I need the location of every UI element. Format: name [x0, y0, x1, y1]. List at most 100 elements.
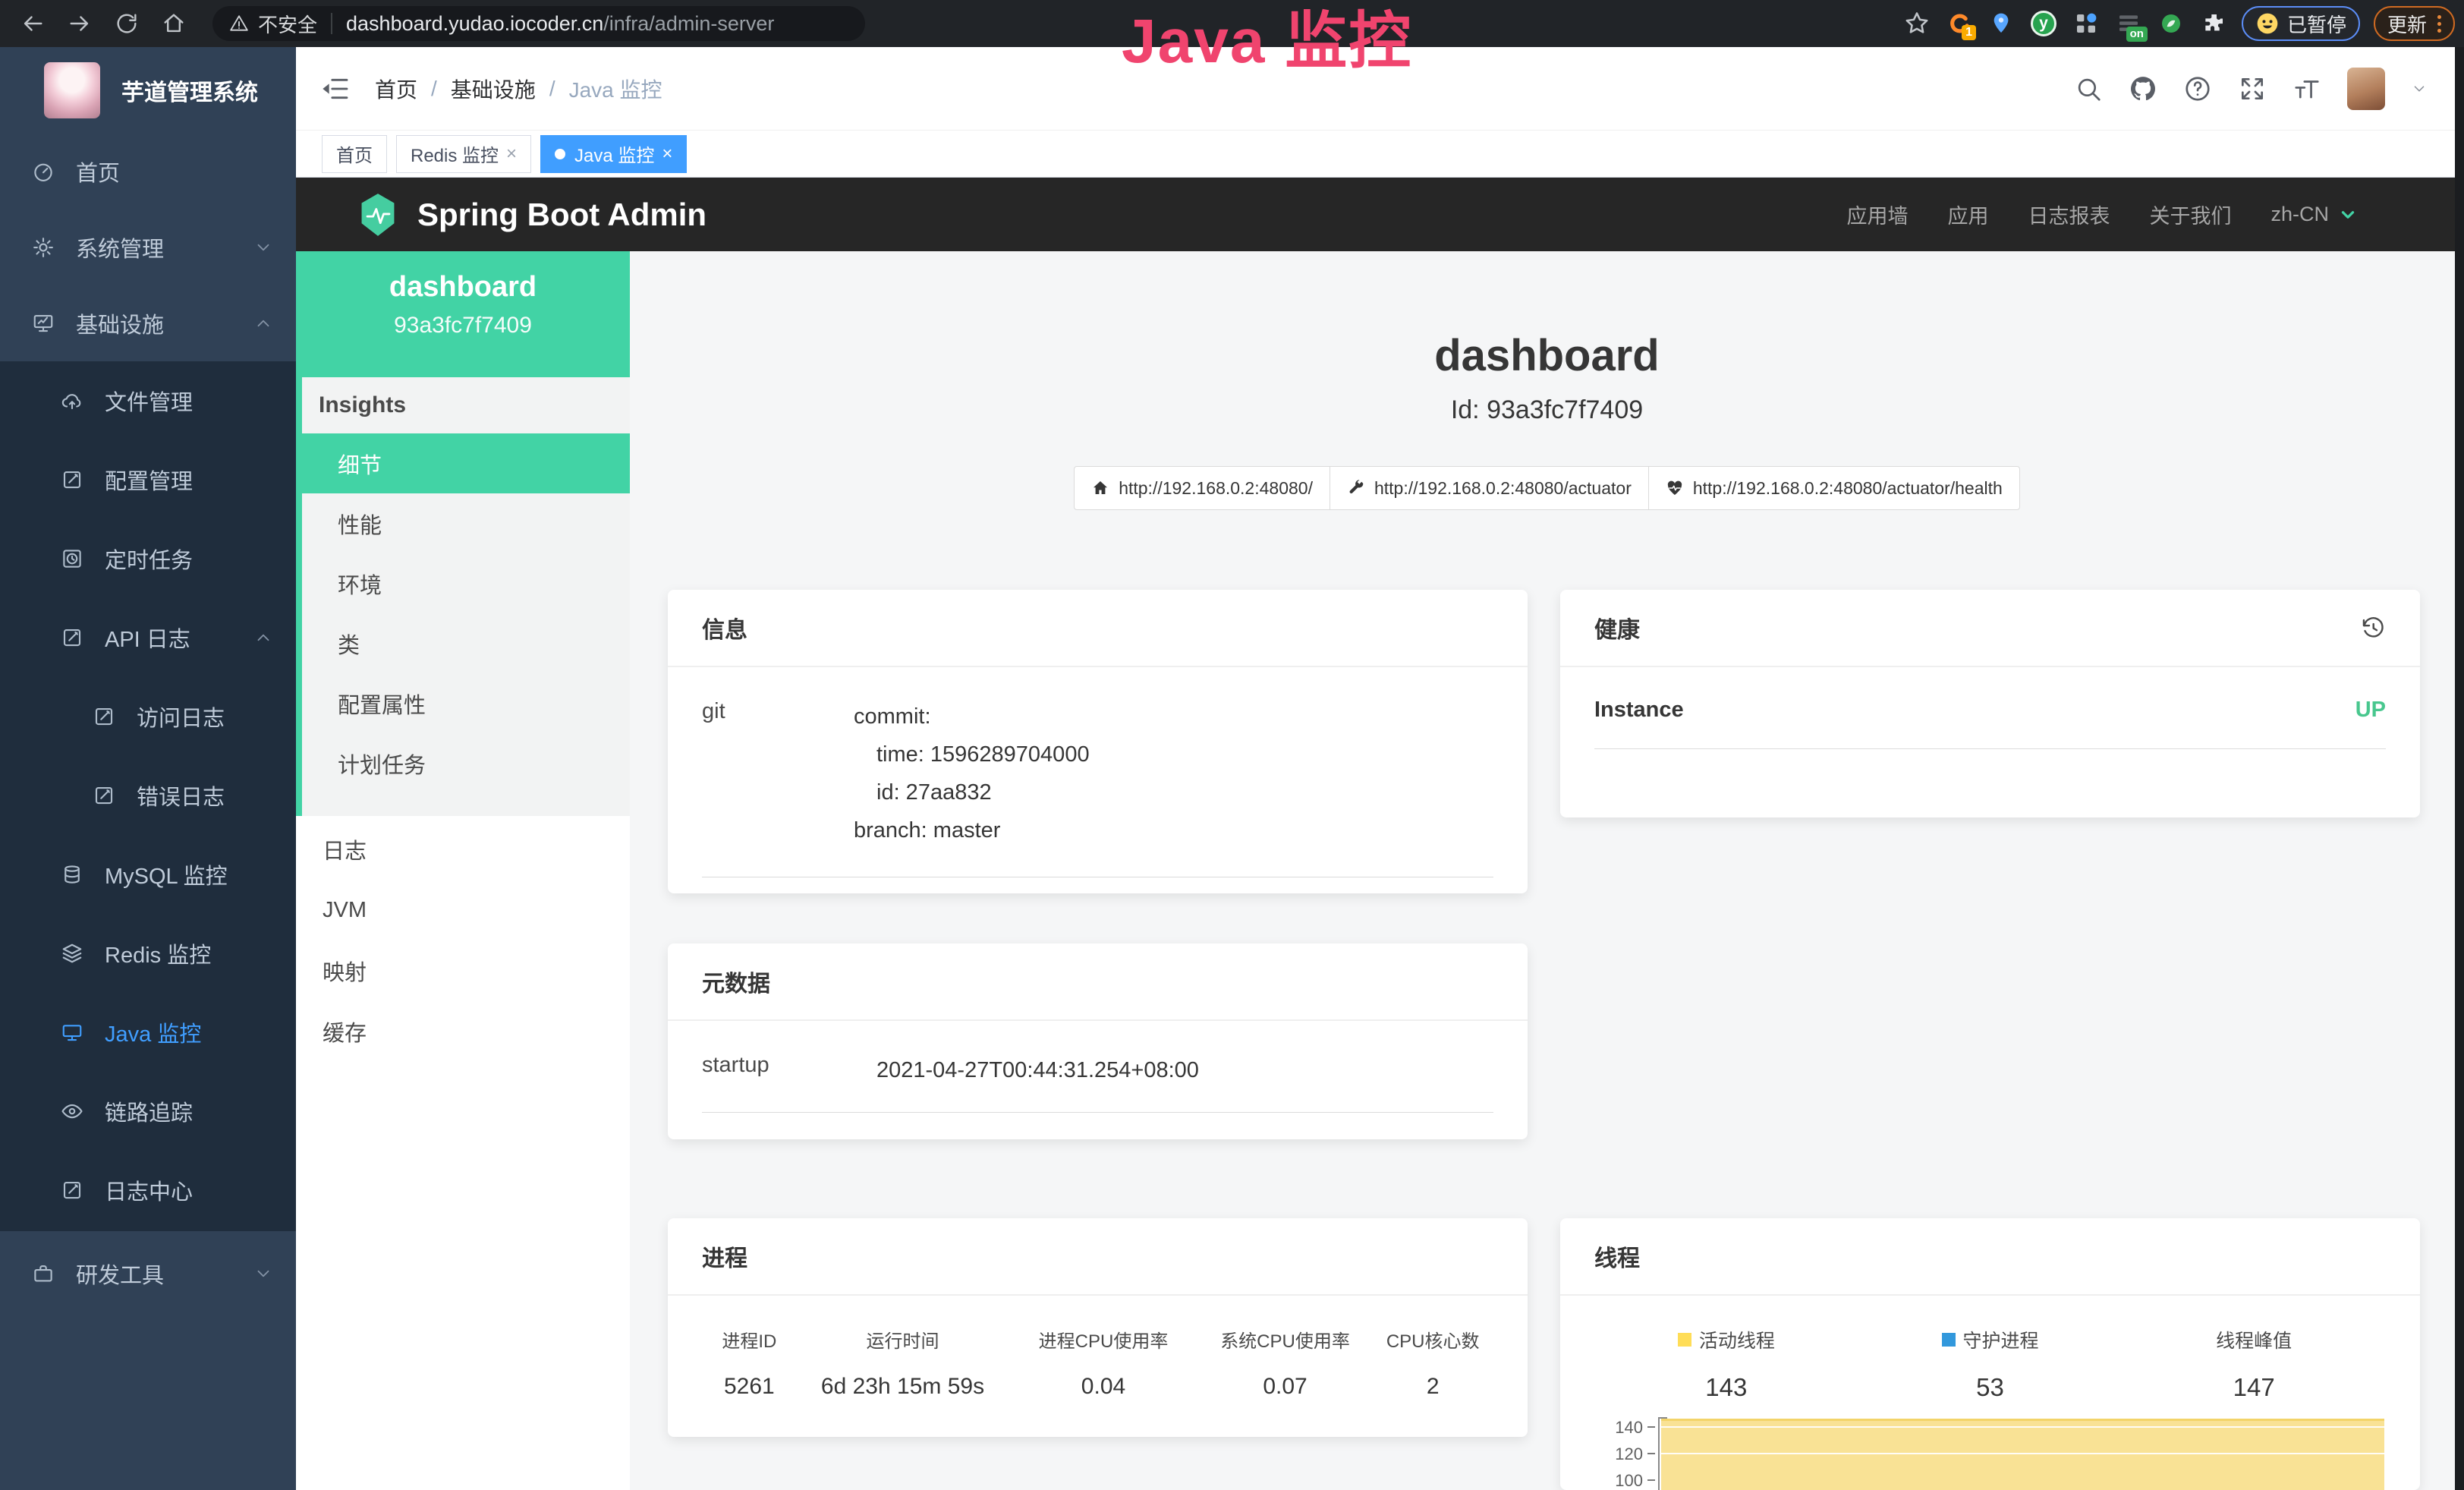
sba-item-environment[interactable]: 环境: [302, 553, 630, 613]
sba-item-logs[interactable]: 日志: [296, 819, 630, 880]
sba-instance-sidebar: dashboard 93a3fc7f7409 Insights 细节 性能 环境…: [296, 251, 630, 1490]
sba-extra-items: 日志 JVM 映射 缓存: [296, 819, 630, 1062]
status-up-badge: UP: [2355, 698, 2386, 723]
address-separator: [331, 13, 332, 34]
search-icon[interactable]: [2074, 74, 2103, 103]
info-git-row: git commit: time: 1596289704000 id: 27aa…: [702, 698, 1493, 877]
metadata-card: 元数据 startup 2021-04-27T00:44:31.254+08:0…: [668, 943, 1528, 1139]
threads-legend: 活动线程 143 守护进程 53 线程峰值 147: [1594, 1326, 2386, 1402]
eye-icon: [61, 1100, 83, 1123]
browser-update-button[interactable]: 更新: [2374, 6, 2455, 41]
app-logo: [44, 62, 100, 118]
instance-health-link[interactable]: http://192.168.0.2:48080/actuator/health: [1648, 466, 2020, 510]
instance-title: dashboard: [630, 330, 2464, 381]
sba-nav-applications[interactable]: 应用: [1947, 200, 1988, 229]
browser-reload-icon[interactable]: [114, 11, 140, 36]
sidebar-item-home[interactable]: 首页: [0, 134, 296, 209]
sidebar-item-redis-monitor[interactable]: Redis 监控: [0, 914, 296, 993]
sidebar-item-mysql-monitor[interactable]: MySQL 监控: [0, 835, 296, 914]
sidebar-item-scheduled-jobs[interactable]: 定时任务: [0, 519, 296, 598]
sidebar-item-error-logs[interactable]: 错误日志: [0, 756, 296, 835]
sidebar-item-tracing[interactable]: 链路追踪: [0, 1072, 296, 1151]
log-edit-icon: [93, 784, 115, 807]
extension-puzzle-icon[interactable]: [2199, 9, 2228, 38]
browser-forward-icon[interactable]: [67, 11, 93, 36]
github-icon[interactable]: [2129, 74, 2157, 103]
instance-actuator-link[interactable]: http://192.168.0.2:48080/actuator: [1330, 466, 1649, 510]
smiley-avatar-icon: [2255, 11, 2280, 36]
instance-links: http://192.168.0.2:48080/ http://192.168…: [630, 466, 2464, 510]
security-label: 不安全: [258, 10, 317, 38]
sidebar-item-system[interactable]: 系统管理: [0, 209, 296, 285]
breadcrumb-infra[interactable]: 基础设施: [451, 74, 536, 104]
header-actions: [2074, 47, 2428, 131]
sidebar-item-config-manage[interactable]: 配置管理: [0, 440, 296, 519]
process-card: 进程 进程ID 运行时间 进程CPU使用率 系统CPU使用率 CPU核心数 52…: [668, 1218, 1528, 1437]
instance-home-link[interactable]: http://192.168.0.2:48080/: [1074, 466, 1330, 510]
extension-leaf-icon[interactable]: [2157, 9, 2186, 38]
sba-nav-wallboard[interactable]: 应用墙: [1846, 200, 1908, 229]
sidebar-item-access-logs[interactable]: 访问日志: [0, 677, 296, 756]
address-bar[interactable]: 不安全 dashboard.yudao.iocoder.cn/infra/adm…: [212, 6, 865, 41]
app-title: 芋道管理系统: [121, 74, 258, 107]
sba-item-jvm[interactable]: JVM: [296, 880, 630, 940]
chevron-up-icon: [253, 628, 273, 647]
extension-pin-icon[interactable]: [1987, 9, 2016, 38]
sidebar-fold-icon[interactable]: [320, 74, 351, 104]
sba-item-scheduled-tasks[interactable]: 计划任务: [302, 733, 630, 793]
user-avatar[interactable]: [2347, 68, 2385, 110]
sba-nav-about[interactable]: 关于我们: [2149, 200, 2231, 229]
live-threads-area: [1661, 1419, 2384, 1490]
caret-down-icon[interactable]: [2411, 80, 2428, 97]
sba-navbar: Spring Boot Admin 应用墙 应用 日志报表 关于我们 zh-CN: [296, 178, 2464, 251]
tab-home[interactable]: 首页: [322, 135, 387, 173]
tab-java-monitor[interactable]: Java 监控×: [540, 135, 687, 173]
locale-select[interactable]: zh-CN: [2270, 203, 2358, 226]
help-icon[interactable]: [2183, 74, 2212, 103]
fullscreen-icon[interactable]: [2238, 74, 2267, 103]
browser-menu-icon[interactable]: [2437, 15, 2441, 33]
sba-item-mappings[interactable]: 映射: [296, 940, 630, 1001]
home-icon: [1091, 479, 1109, 497]
log-edit-icon: [61, 626, 83, 649]
sidebar-item-api-logs[interactable]: API 日志: [0, 598, 296, 677]
tab-redis-monitor[interactable]: Redis 监控×: [396, 135, 531, 173]
close-icon[interactable]: ×: [662, 143, 672, 165]
extension-orange-icon[interactable]: 1: [1944, 9, 1973, 38]
extension-grid-icon[interactable]: [2072, 9, 2101, 38]
sba-item-caches[interactable]: 缓存: [296, 1001, 630, 1062]
font-size-icon[interactable]: [2292, 74, 2321, 103]
layers-icon: [61, 942, 83, 965]
sba-item-metrics[interactable]: 性能: [302, 493, 630, 553]
breadcrumb-home[interactable]: 首页: [375, 74, 417, 104]
close-icon[interactable]: ×: [506, 143, 517, 165]
browser-back-icon[interactable]: [20, 11, 46, 36]
sidebar-item-file-manage[interactable]: 文件管理: [0, 361, 296, 440]
extension-green-y-icon[interactable]: y: [2029, 9, 2058, 38]
heartbeat-icon: [1666, 479, 1684, 497]
sba-nav-journal[interactable]: 日志报表: [2028, 200, 2110, 229]
breadcrumb-current: Java 监控: [569, 74, 662, 104]
sidebar-item-java-monitor[interactable]: Java 监控: [0, 993, 296, 1072]
history-icon[interactable]: [2360, 615, 2386, 641]
window-right-edge: [2455, 47, 2464, 1490]
bookmark-star-icon[interactable]: [1903, 10, 1931, 37]
sba-brand-title[interactable]: Spring Boot Admin: [417, 197, 706, 233]
url-domain: dashboard.yudao.iocoder.cn: [346, 12, 603, 36]
sidebar-item-log-center[interactable]: 日志中心: [0, 1151, 296, 1230]
sidebar-item-dev-tools[interactable]: 研发工具: [0, 1236, 296, 1312]
threads-area-chart: 140 120 100: [1594, 1416, 2386, 1490]
sba-item-details[interactable]: 细节: [296, 433, 630, 493]
browser-home-icon[interactable]: [161, 11, 187, 36]
sba-instance-header[interactable]: dashboard 93a3fc7f7409: [296, 251, 630, 377]
sba-item-config-props[interactable]: 配置属性: [302, 673, 630, 733]
sba-item-classes[interactable]: 类: [302, 613, 630, 673]
app-logo-row[interactable]: 芋道管理系统: [0, 47, 296, 134]
tags-view-bar: 首页 Redis 监控× Java 监控×: [296, 131, 2464, 178]
extension-tabs-on-icon[interactable]: on: [2114, 9, 2143, 38]
insights-section-title: Insights: [302, 377, 630, 433]
chevron-down-icon: [253, 238, 273, 257]
profile-paused-chip[interactable]: 已暂停: [2242, 6, 2360, 41]
sidebar-item-infra[interactable]: 基础设施: [0, 285, 296, 361]
legend-live-threads: 活动线程 143: [1594, 1326, 1858, 1402]
